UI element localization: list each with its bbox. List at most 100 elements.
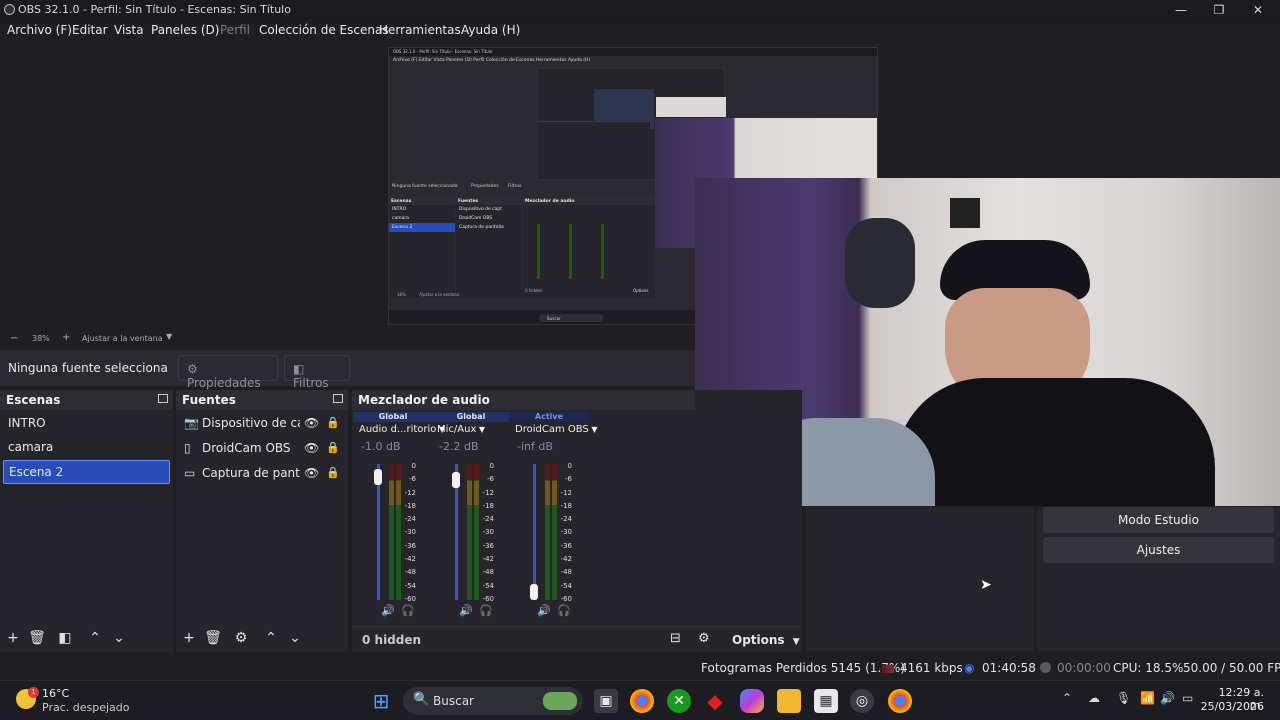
eye-icon[interactable]: 👁	[304, 441, 319, 455]
undock-icon[interactable]	[333, 394, 343, 403]
menu-perfil[interactable]: Perfil	[220, 23, 250, 37]
delete-source-icon[interactable]: 🗑	[204, 630, 222, 646]
channel-name-dropdown[interactable]: Audio d...ritorio ▼	[353, 422, 445, 437]
task-view-icon[interactable]: ▣	[594, 689, 618, 713]
channel-name-dropdown[interactable]: Mic/Aux ▼	[431, 422, 511, 437]
scale-tick: -54	[560, 581, 572, 590]
menu-herramientas[interactable]: Herramientas	[379, 23, 461, 37]
poster-shape	[950, 198, 980, 228]
wifi-icon[interactable]: 📶	[1140, 691, 1155, 705]
undock-icon[interactable]	[158, 394, 168, 403]
zoom-out-button[interactable]: −	[10, 333, 18, 344]
monitor-icon[interactable]: 🎧	[401, 604, 415, 617]
monitor-icon[interactable]: 🎧	[557, 604, 571, 617]
source-item[interactable]: 📷 Dispositivo de capt 👁 🔒	[176, 412, 348, 437]
menu-editar[interactable]: Editar	[72, 23, 108, 37]
source-item[interactable]: ▭ Captura de pantalla 👁 🔒	[176, 462, 348, 487]
chevron-up-icon[interactable]: ⌃	[1062, 691, 1072, 705]
eye-icon[interactable]: 👁	[304, 416, 319, 430]
source-item[interactable]: ▯ DroidCam OBS 👁 🔒	[176, 437, 348, 462]
scale-tick: -42	[560, 555, 572, 564]
volume-slider[interactable]	[533, 464, 536, 600]
copilot-icon[interactable]	[740, 689, 764, 713]
weather-desc[interactable]: Prac. despejado	[42, 701, 129, 714]
mute-icon[interactable]: 🔊	[381, 604, 395, 617]
lock-icon[interactable]: 🔒	[326, 441, 340, 454]
stream-time: 01:40:58	[982, 661, 1036, 675]
zoom-in-button[interactable]: +	[62, 332, 70, 343]
battery-icon[interactable]: ▭	[1182, 691, 1193, 705]
lock-icon[interactable]: 🔒	[326, 416, 340, 429]
mute-icon[interactable]: 🔊	[537, 604, 551, 617]
weather-temp[interactable]: 16°C	[42, 687, 69, 700]
xbox-icon[interactable]: ✕	[667, 689, 691, 713]
volume-slider-handle[interactable]	[452, 472, 460, 489]
scale-tick: -24	[482, 515, 494, 524]
menu-ayuda[interactable]: Ayuda (H)	[461, 23, 520, 37]
move-down-icon[interactable]: ⌄	[110, 630, 128, 646]
add-scene-icon[interactable]: +	[4, 630, 22, 646]
zoom-dropdown-icon[interactable]: ▼	[166, 332, 172, 341]
bitrate: 4161 kbps	[900, 661, 963, 675]
chrome-icon[interactable]	[630, 689, 654, 713]
source-label: Captura de pantalla	[202, 466, 300, 480]
eye-icon[interactable]: 👁	[304, 466, 319, 480]
windows-start-icon[interactable]: ⊞	[369, 689, 393, 713]
volume-slider-handle[interactable]	[530, 584, 538, 600]
volume-slider-handle[interactable]	[374, 468, 382, 485]
options-button[interactable]: Options ▼	[732, 633, 800, 647]
move-down-icon[interactable]: ⌄	[286, 630, 304, 646]
channel-name-dropdown[interactable]: DroidCam OBS ▼	[509, 422, 597, 437]
scene-item-escena-2[interactable]: Escena 2	[3, 460, 170, 484]
nested-scenes-title: Escenas	[389, 198, 455, 205]
monitor-icon[interactable]: 🎧	[479, 604, 493, 617]
menu-coleccion-escenas[interactable]: Colección de Escenas	[259, 23, 389, 37]
layout-toggle-icon[interactable]: ⊟	[670, 631, 681, 646]
lock-icon[interactable]: 🔒	[326, 466, 340, 479]
taskbar-search[interactable]: 🔍 Buscar	[403, 687, 583, 715]
nested-source-item: DroidCam OBS	[459, 216, 493, 221]
scenes-toolbar: + 🗑 ◧ ⌃ ⌄	[0, 626, 173, 652]
scene-item-intro[interactable]: INTRO	[0, 412, 173, 436]
studio-mode-button[interactable]: Modo Estudio	[1043, 507, 1274, 533]
monitor-icon: ▭	[184, 466, 196, 480]
zoom-fit-label[interactable]: Ajustar a la ventana	[82, 334, 163, 343]
chrome-profile-icon[interactable]	[888, 689, 912, 713]
scale-tick: -24	[404, 515, 416, 524]
menu-archivo[interactable]: Archivo (F)	[7, 23, 72, 37]
scene-filters-icon[interactable]: ◧	[56, 630, 74, 646]
properties-button[interactable]: ⚙ Propiedades	[178, 355, 278, 390]
move-up-icon[interactable]: ⌃	[86, 630, 104, 646]
nested-title: OBS 32.1.0 - Perfil: Sin Título - Escena…	[389, 48, 877, 56]
app-diamond-icon[interactable]: ◆	[703, 689, 727, 713]
microphone-icon[interactable]: 🎙	[1116, 691, 1131, 705]
clock-date[interactable]: 25/03/2026	[1200, 700, 1264, 713]
move-up-icon[interactable]: ⌃	[262, 630, 280, 646]
close-button[interactable]: ✕	[1238, 0, 1278, 20]
cloud-icon[interactable]: ☁	[1088, 691, 1100, 705]
status-bar: Fotogramas Perdidos 5145 (1.7%) 4161 kbp…	[0, 656, 1280, 680]
meter-scale: 0 -6 -12 -18 -24 -30 -36 -42 -48 -54 -60	[480, 460, 494, 606]
source-properties-icon[interactable]: ⚙	[232, 630, 250, 646]
volume-icon[interactable]: 🔊	[1160, 691, 1175, 705]
maximize-button[interactable]: ❐	[1199, 0, 1239, 20]
store-icon[interactable]: ▦	[814, 689, 838, 713]
delete-scene-icon[interactable]: 🗑	[28, 630, 46, 646]
file-explorer-icon[interactable]	[777, 689, 801, 713]
scenes-title-label: Escenas	[6, 393, 61, 407]
settings-button[interactable]: Ajustes	[1043, 537, 1274, 563]
scale-tick: -12	[404, 488, 416, 497]
minimize-button[interactable]: —	[1161, 0, 1201, 20]
menu-paneles[interactable]: Paneles (D)	[151, 23, 219, 37]
scale-tick: -12	[560, 488, 572, 497]
scene-item-camara[interactable]: camara	[0, 436, 173, 460]
channel-scope: Global	[431, 412, 511, 422]
nested-mixer-dock: Mezclador de audio 0 hidden Options	[523, 198, 655, 298]
menu-vista[interactable]: Vista	[114, 23, 144, 37]
add-source-icon[interactable]: +	[180, 630, 198, 646]
obs-taskbar-icon[interactable]: ◎	[850, 689, 874, 713]
mute-icon[interactable]: 🔊	[459, 604, 473, 617]
advanced-audio-icon[interactable]: ⚙	[698, 631, 710, 646]
filters-button[interactable]: ◧ Filtros	[284, 355, 350, 390]
title-bar: OBS 32.1.0 - Perfil: Sin Título - Escena…	[0, 0, 1280, 20]
